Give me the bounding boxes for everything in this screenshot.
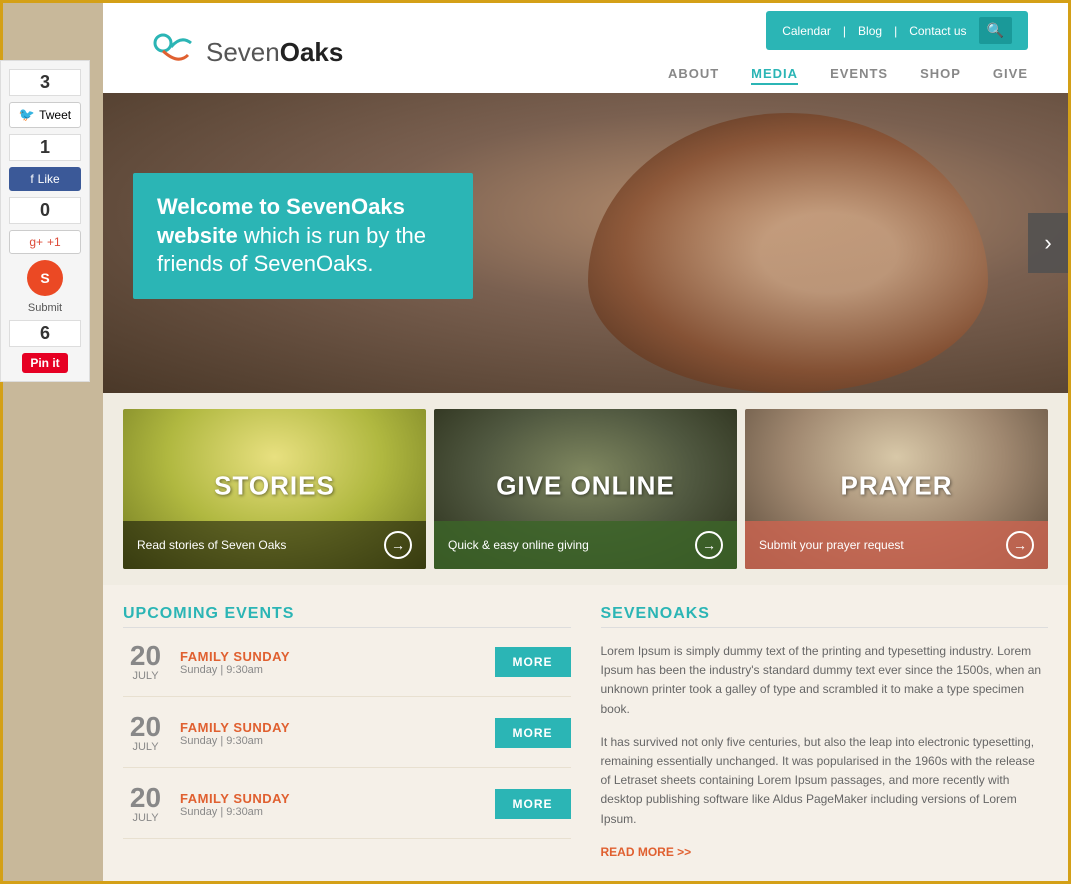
- event-info: FAMILY SUNDAY Sunday | 9:30am: [180, 791, 483, 818]
- give-footer-text: Quick & easy online giving: [448, 538, 589, 552]
- event-day: 20: [123, 784, 168, 812]
- event-info: FAMILY SUNDAY Sunday | 9:30am: [180, 649, 483, 676]
- event-day: 20: [123, 642, 168, 670]
- tweet-label: Tweet: [39, 108, 71, 122]
- event-month: JULY: [123, 670, 168, 682]
- twitter-icon: 🐦: [19, 107, 35, 123]
- event-item: 20 JULY FAMILY SUNDAY Sunday | 9:30am MO…: [123, 784, 571, 839]
- give-arrow-icon: →: [695, 531, 723, 559]
- event-name: FAMILY SUNDAY: [180, 791, 483, 806]
- pinterest-button[interactable]: Pin it: [22, 353, 67, 373]
- gplus-label: +1: [47, 235, 61, 249]
- top-nav: Calendar | Blog | Contact us 🔍: [766, 11, 1028, 50]
- event-more-button[interactable]: MORE: [495, 647, 571, 677]
- gplus-button[interactable]: g+ +1: [9, 230, 81, 254]
- nav-give[interactable]: GIVE: [993, 66, 1028, 85]
- content-area: UPCOMING EVENTS 20 JULY FAMILY SUNDAY Su…: [103, 585, 1068, 881]
- like-count: 1: [9, 134, 81, 161]
- prayer-arrow-icon: →: [1006, 531, 1034, 559]
- logo-icon: [143, 25, 198, 80]
- event-month: JULY: [123, 741, 168, 753]
- read-more-link[interactable]: READ MORE >>: [601, 845, 692, 859]
- nav-contact[interactable]: Contact us: [909, 24, 966, 38]
- stumbleupon-button[interactable]: S: [27, 260, 63, 296]
- social-sidebar: 3 🐦 Tweet 1 f Like 0 g+ +1 S Submit 6 Pi…: [0, 60, 90, 382]
- event-item: 20 JULY FAMILY SUNDAY Sunday | 9:30am MO…: [123, 642, 571, 697]
- hero-text-box: Welcome to SevenOakswebsite which is run…: [133, 173, 473, 299]
- sevenoaks-para1: Lorem Ipsum is simply dummy text of the …: [601, 642, 1049, 719]
- event-more-button[interactable]: MORE: [495, 789, 571, 819]
- event-name: FAMILY SUNDAY: [180, 649, 483, 664]
- event-time: Sunday | 9:30am: [180, 664, 483, 676]
- nav-media[interactable]: MEDIA: [751, 66, 798, 85]
- main-content: SevenOaks Calendar | Blog | Contact us 🔍…: [103, 3, 1068, 881]
- facebook-like-button[interactable]: f Like: [9, 167, 81, 191]
- event-name: FAMILY SUNDAY: [180, 720, 483, 735]
- prayer-card-title: PRAYER: [841, 470, 953, 501]
- give-card-title: GIVE ONLINE: [496, 470, 675, 501]
- event-info: FAMILY SUNDAY Sunday | 9:30am: [180, 720, 483, 747]
- header-inner: SevenOaks Calendar | Blog | Contact us 🔍…: [123, 3, 1048, 93]
- pin-label: Pin it: [30, 356, 59, 370]
- logo-oaks: Oaks: [280, 37, 344, 67]
- event-time: Sunday | 9:30am: [180, 735, 483, 747]
- give-card-footer: Quick & easy online giving →: [434, 521, 737, 569]
- stories-card[interactable]: STORIES Read stories of Seven Oaks →: [123, 409, 426, 569]
- event-date: 20 JULY: [123, 784, 168, 824]
- event-more-button[interactable]: MORE: [495, 718, 571, 748]
- event-time: Sunday | 9:30am: [180, 806, 483, 818]
- hero-section: Welcome to SevenOakswebsite which is run…: [103, 93, 1068, 393]
- nav-calendar[interactable]: Calendar: [782, 24, 831, 38]
- facebook-icon: f: [30, 172, 33, 186]
- prayer-card[interactable]: PRAYER Submit your prayer request →: [745, 409, 1048, 569]
- prayer-card-footer: Submit your prayer request →: [745, 521, 1048, 569]
- stories-footer-text: Read stories of Seven Oaks: [137, 538, 286, 552]
- give-online-card[interactable]: GIVE ONLINE Quick & easy online giving →: [434, 409, 737, 569]
- main-nav: ABOUT MEDIA EVENTS SHOP GIVE: [668, 54, 1028, 93]
- tweet-button[interactable]: 🐦 Tweet: [9, 102, 81, 128]
- logo[interactable]: SevenOaks: [143, 15, 343, 90]
- stories-card-title: STORIES: [214, 470, 335, 501]
- sevenoaks-para2: It has survived not only five centuries,…: [601, 733, 1049, 829]
- header-right: Calendar | Blog | Contact us 🔍 ABOUT MED…: [668, 11, 1028, 93]
- stories-arrow-icon: →: [384, 531, 412, 559]
- event-day: 20: [123, 713, 168, 741]
- event-date: 20 JULY: [123, 713, 168, 753]
- nav-shop[interactable]: SHOP: [920, 66, 961, 85]
- stumbleupon-icon: S: [40, 270, 49, 286]
- event-item: 20 JULY FAMILY SUNDAY Sunday | 9:30am MO…: [123, 713, 571, 768]
- search-button[interactable]: 🔍: [979, 17, 1012, 44]
- logo-text: SevenOaks: [206, 37, 343, 68]
- hero-title: Welcome to SevenOakswebsite which is run…: [157, 193, 449, 279]
- nav-blog[interactable]: Blog: [858, 24, 882, 38]
- sevenoaks-section: SEVENOAKS Lorem Ipsum is simply dummy te…: [601, 605, 1049, 861]
- like-label: Like: [38, 172, 60, 186]
- site-header: SevenOaks Calendar | Blog | Contact us 🔍…: [103, 3, 1068, 93]
- events-section: UPCOMING EVENTS 20 JULY FAMILY SUNDAY Su…: [123, 605, 571, 861]
- feature-cards: STORIES Read stories of Seven Oaks → GIV…: [103, 393, 1068, 585]
- events-title: UPCOMING EVENTS: [123, 605, 571, 628]
- logo-seven: Seven: [206, 37, 280, 67]
- gplus-icon: g+: [29, 235, 43, 249]
- sevenoaks-title: SEVENOAKS: [601, 605, 1049, 628]
- prayer-footer-text: Submit your prayer request: [759, 538, 904, 552]
- submit-label: Submit: [28, 302, 62, 314]
- stories-card-footer: Read stories of Seven Oaks →: [123, 521, 426, 569]
- gplus-count: 0: [9, 197, 81, 224]
- nav-about[interactable]: ABOUT: [668, 66, 719, 85]
- hero-next-button[interactable]: ›: [1028, 213, 1068, 273]
- nav-events[interactable]: EVENTS: [830, 66, 888, 85]
- tweet-count: 3: [9, 69, 81, 96]
- event-date: 20 JULY: [123, 642, 168, 682]
- submit-count: 6: [9, 320, 81, 347]
